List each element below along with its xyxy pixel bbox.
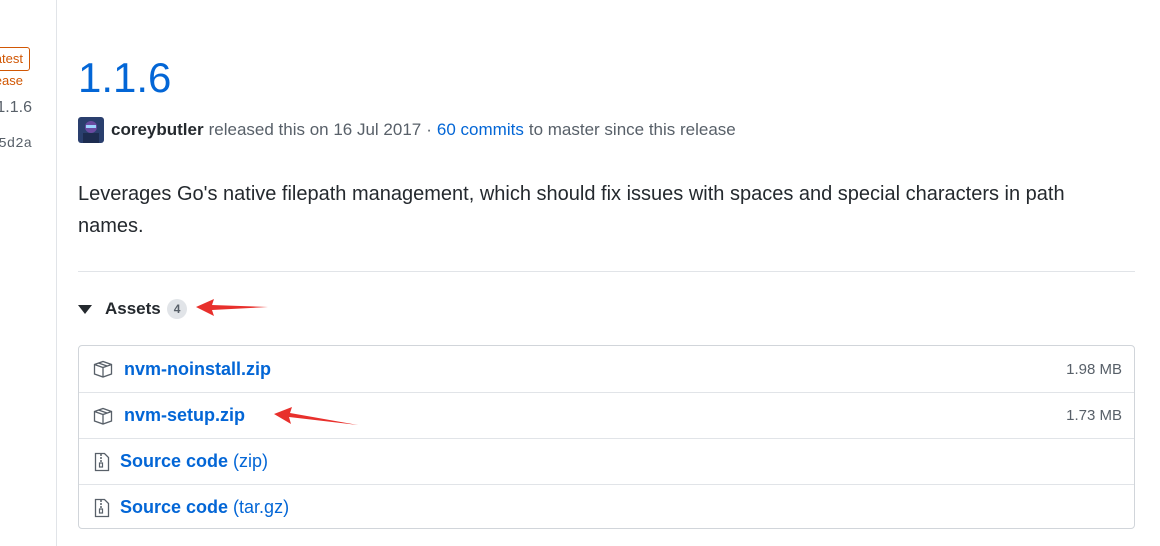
package-icon xyxy=(92,405,114,427)
release-description: Leverages Go's native filepath managemen… xyxy=(78,183,1065,237)
asset-row[interactable]: nvm-setup.zip 1.73 MB xyxy=(79,392,1134,438)
avatar[interactable] xyxy=(78,117,104,143)
assets-label: Assets xyxy=(105,299,161,318)
release-sidebar: Latest release 1.1.6 5d2a xyxy=(0,0,57,546)
asset-format[interactable]: (tar.gz) xyxy=(233,497,289,518)
asset-link[interactable]: Source code xyxy=(120,451,228,472)
file-zip-icon xyxy=(91,451,113,473)
commits-suffix: to master since this release xyxy=(528,120,736,139)
asset-row[interactable]: Source code (tar.gz) xyxy=(79,484,1134,530)
asset-row[interactable]: nvm-noinstall.zip 1.98 MB xyxy=(79,346,1134,392)
asset-size: 1.73 MB xyxy=(1066,407,1122,424)
asset-link[interactable]: nvm-setup.zip xyxy=(124,405,245,426)
asset-link[interactable]: Source code xyxy=(120,497,228,518)
asset-link[interactable]: nvm-noinstall.zip xyxy=(124,359,271,380)
triangle-down-icon xyxy=(78,304,92,314)
tag-link[interactable]: 1.1.6 xyxy=(0,99,32,117)
package-icon xyxy=(92,358,114,380)
meta-separator: · xyxy=(426,120,432,139)
assets-count-badge: 4 xyxy=(166,299,188,319)
assets-toggle[interactable]: Assets 4 xyxy=(78,295,188,323)
commit-sha-link[interactable]: 5d2a xyxy=(0,136,32,152)
release-title[interactable]: 1.1.6 xyxy=(78,52,171,104)
file-zip-icon xyxy=(91,497,113,519)
asset-format[interactable]: (zip) xyxy=(233,451,268,472)
release-meta: coreybutler released this on 16 Jul 2017… xyxy=(78,117,736,143)
asset-row[interactable]: Source code (zip) xyxy=(79,438,1134,484)
released-text: released this on 16 Jul 2017 xyxy=(208,120,422,139)
latest-release-badge: Latest release xyxy=(0,47,30,88)
assets-list: nvm-noinstall.zip 1.98 MB nvm-setup.zip … xyxy=(78,345,1135,529)
author-link[interactable]: coreybutler xyxy=(111,120,204,140)
asset-size: 1.98 MB xyxy=(1066,360,1122,378)
annotation-arrow-icon xyxy=(274,407,358,425)
commits-link[interactable]: 60 commits xyxy=(437,120,524,140)
annotation-arrow-icon xyxy=(196,299,268,316)
divider xyxy=(78,271,1135,272)
